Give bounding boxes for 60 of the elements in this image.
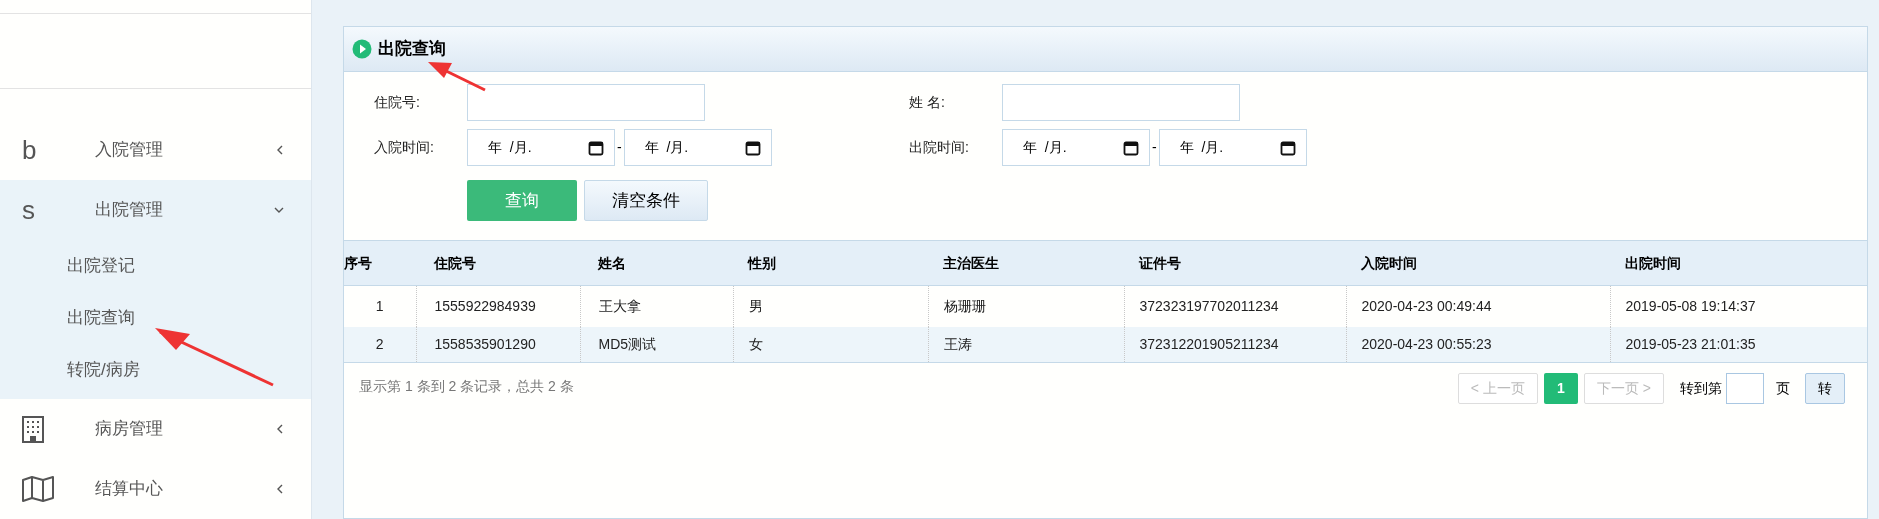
column-header: 序号: [344, 240, 416, 286]
table-cell: 2020-04-23 00:49:44: [1346, 285, 1610, 327]
field-label: 姓 名:: [909, 93, 946, 112]
column-header: 住院号: [416, 240, 580, 286]
menu-glyph-icon: b: [22, 137, 37, 163]
calendar-icon: [1123, 139, 1139, 156]
field-label: 出院时间:: [909, 138, 970, 157]
table-cell: 2: [344, 326, 416, 363]
column-header: 主治医生: [928, 240, 1124, 286]
table-cell: 2020-04-23 00:55:23: [1346, 326, 1610, 363]
input-field[interactable]: [467, 84, 705, 121]
date-field[interactable]: 年 /月.: [623, 129, 772, 166]
submenu-item[interactable]: 转院/病房: [67, 357, 140, 383]
range-separator: -: [1151, 138, 1158, 157]
calendar-icon: [1279, 139, 1296, 156]
column-header: 出院时间: [1610, 240, 1867, 286]
range-separator: -: [616, 138, 623, 157]
field-label: 入院时间:: [374, 138, 435, 157]
date-field[interactable]: 年 /月.: [1002, 129, 1150, 166]
column-header: 证件号: [1124, 240, 1346, 286]
table-cell: 杨珊珊: [928, 285, 1124, 327]
table-cell: 1: [344, 285, 416, 327]
play-icon: [352, 39, 372, 59]
panel-title: 出院查询: [378, 38, 446, 61]
page-unit-label: 页: [1776, 379, 1790, 398]
table-cell: 372312201905211234: [1124, 326, 1346, 363]
calendar-icon: [744, 139, 761, 156]
column-header: 入院时间: [1346, 240, 1610, 286]
table-cell: 2019-05-08 19:14:37: [1610, 285, 1867, 327]
table-cell: 372323197702011234: [1124, 285, 1346, 327]
field-label: 住院号:: [374, 93, 421, 112]
submenu-item[interactable]: 出院查询: [67, 305, 135, 331]
building-icon: [22, 415, 44, 443]
table-cell: 女: [733, 326, 928, 363]
sidebar-item[interactable]: 病房管理: [0, 399, 311, 459]
table-cell: MD5测试: [580, 326, 733, 363]
sidebar-item[interactable]: b 入院管理: [0, 120, 311, 180]
column-header: 性别: [733, 240, 928, 286]
date-field[interactable]: 年 /月.: [467, 129, 615, 166]
table-cell: 2019-05-23 21:01:35: [1610, 326, 1867, 363]
column-header: 姓名: [580, 240, 733, 286]
page-number-field[interactable]: [1726, 373, 1764, 404]
go-button[interactable]: 转: [1805, 373, 1845, 404]
date-field[interactable]: 年 /月.: [1158, 129, 1307, 166]
goto-label: 转到第: [1680, 379, 1722, 398]
sidebar-item[interactable]: 结算中心: [0, 459, 311, 519]
calendar-icon: [588, 139, 604, 156]
table-cell: 1555922984939: [416, 285, 580, 327]
record-summary: 显示第 1 条到 2 条记录，总共 2 条: [359, 377, 574, 396]
table-cell: 1558535901290: [416, 326, 580, 363]
sidebar-item[interactable]: s 出院管理: [0, 180, 311, 240]
table-cell: 王涛: [928, 326, 1124, 363]
table-cell: 男: [733, 285, 928, 327]
input-field[interactable]: [1002, 84, 1240, 121]
table-cell: 王大拿: [580, 285, 733, 327]
menu-glyph-icon: s: [22, 197, 35, 223]
map-icon: [22, 475, 54, 503]
annotation-arrow: [428, 62, 486, 92]
clear-button[interactable]: 清空条件: [584, 180, 708, 221]
submenu-item[interactable]: 出院登记: [67, 253, 135, 279]
